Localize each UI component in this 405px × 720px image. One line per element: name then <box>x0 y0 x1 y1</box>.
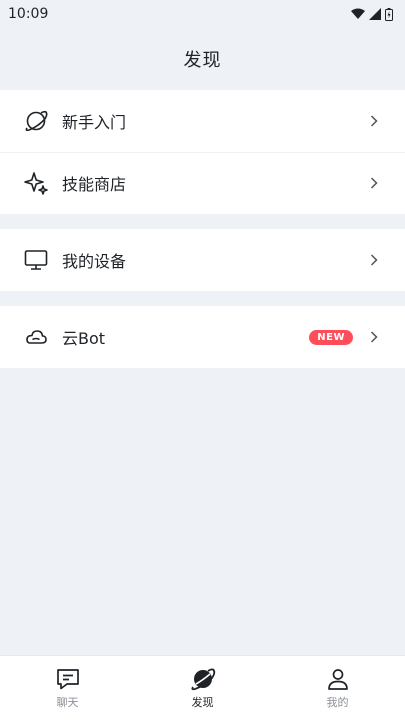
menu-item-label: 新手入门 <box>62 113 127 132</box>
tab-discover[interactable]: 发现 <box>135 656 270 720</box>
wifi-icon <box>351 8 365 19</box>
page-header: 发现 <box>0 28 405 90</box>
group-divider <box>0 214 405 229</box>
cloud-icon <box>22 323 50 351</box>
group-divider <box>0 291 405 306</box>
monitor-icon <box>22 246 50 274</box>
menu-item-getting-started[interactable]: 新手入门 <box>0 90 405 152</box>
menu-item-my-devices[interactable]: 我的设备 <box>0 229 405 291</box>
planet-outline-icon <box>22 107 50 135</box>
status-time: 10:09 <box>8 6 49 22</box>
status-bar: 10:09 <box>0 0 405 28</box>
chevron-right-icon <box>367 114 381 128</box>
user-icon <box>325 666 351 692</box>
menu-group-1: 新手入门 技能商店 <box>0 90 405 214</box>
page-title: 发现 <box>183 50 222 71</box>
menu-item-skill-store[interactable]: 技能商店 <box>0 152 405 214</box>
sparkles-icon <box>22 169 50 197</box>
tab-profile[interactable]: 我的 <box>270 656 405 720</box>
chat-icon <box>55 666 81 692</box>
chevron-right-icon <box>367 330 381 344</box>
chevron-right-icon <box>367 176 381 190</box>
status-icons <box>351 7 393 21</box>
menu-item-cloud-bot[interactable]: 云Bot NEW <box>0 306 405 368</box>
menu-group-3: 云Bot NEW <box>0 306 405 368</box>
menu-item-label: 我的设备 <box>62 252 127 271</box>
tab-chat[interactable]: 聊天 <box>0 656 135 720</box>
signal-icon <box>369 8 381 20</box>
tab-label: 我的 <box>326 696 349 709</box>
bottom-tab-bar: 聊天 发现 我的 <box>0 655 405 720</box>
menu-item-label: 技能商店 <box>62 175 127 194</box>
tab-label: 聊天 <box>56 696 79 709</box>
chevron-right-icon <box>367 253 381 267</box>
battery-icon <box>385 7 393 21</box>
new-badge: NEW <box>309 329 353 345</box>
menu-item-label: 云Bot <box>62 329 106 348</box>
menu-group-2: 我的设备 <box>0 229 405 291</box>
planet-filled-icon <box>190 666 216 692</box>
tab-label: 发现 <box>191 696 214 709</box>
